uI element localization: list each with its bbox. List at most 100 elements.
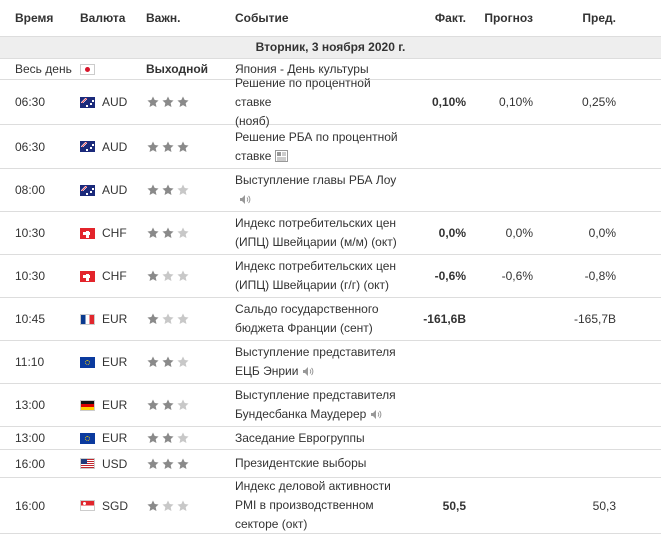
star-filled-icon: [176, 457, 190, 471]
star-filled-icon: [146, 226, 160, 240]
star-filled-icon: [146, 140, 160, 154]
importance: [146, 255, 190, 297]
actual-value: 0,0%: [438, 226, 466, 240]
event-line: ставке: [235, 147, 398, 166]
star-filled-icon: [161, 95, 175, 109]
event-time: 08:00: [15, 183, 46, 197]
event-currency: AUD: [102, 183, 128, 197]
importance-stars: [146, 431, 190, 445]
table-row[interactable]: 13:00 EUR Выступление представителя Бундесб…: [0, 384, 661, 427]
event-line-text: Решение по процентной ставке: [235, 75, 371, 109]
event-time: 16:00: [15, 456, 46, 471]
header-event[interactable]: Событие: [235, 0, 289, 36]
event-text[interactable]: Президентские выборы: [235, 454, 366, 473]
event-name[interactable]: Сальдо государственного бюджета Франции (…: [235, 298, 410, 340]
table-row[interactable]: 13:00 EUR Заседание Еврогруппы: [0, 427, 661, 450]
event-rows: Весь день Выходной Япония - День культуры 0…: [0, 59, 661, 534]
event-time: 10:30: [15, 269, 46, 283]
event-text[interactable]: Индекс деловой активности PMI в производс…: [235, 477, 391, 534]
document-icon[interactable]: [275, 150, 289, 163]
australia-flag: [80, 184, 95, 196]
star-empty-icon: [176, 499, 190, 513]
star-filled-icon: [161, 457, 175, 471]
event-text[interactable]: Выступление главы РБА Лоу: [235, 171, 396, 209]
importance: [146, 450, 190, 477]
header-time[interactable]: Время: [15, 0, 53, 36]
event-name[interactable]: Президентские выборы: [235, 450, 410, 477]
event-name[interactable]: Решение по процентной ставке (нояб): [235, 76, 410, 128]
previous-value: -165,7B: [573, 312, 616, 326]
star-empty-icon: [176, 226, 190, 240]
event-time: 16:00: [15, 498, 46, 513]
importance-stars: [146, 457, 190, 471]
event-line-text: секторе (окт): [235, 517, 308, 531]
event-line: Президентские выборы: [235, 454, 366, 473]
event-line-text: Сальдо государственного: [235, 302, 379, 316]
speaker-icon[interactable]: [239, 194, 251, 205]
star-filled-icon: [161, 398, 175, 412]
event-text[interactable]: Решение РБА по процентной ставке: [235, 128, 398, 166]
table-row[interactable]: 16:00 SGD Индекс деловой активности PMI в п…: [0, 478, 661, 534]
event-currency: EUR: [102, 431, 128, 445]
event-name[interactable]: Индекс потребительских цен (ИПЦ) Швейцари…: [235, 255, 410, 297]
importance-stars: [146, 355, 190, 369]
event-line-text: Бундесбанка Маудерер: [235, 407, 367, 421]
table-row[interactable]: 10:30 CHF Индекс потребительских цен (ИПЦ) …: [0, 212, 661, 255]
usa-flag: [80, 458, 95, 469]
header-previous[interactable]: Пред.: [582, 0, 616, 36]
header-forecast[interactable]: Прогноз: [484, 0, 533, 36]
event-name[interactable]: Индекс деловой активности PMI в производс…: [235, 478, 410, 533]
importance-stars: [146, 95, 190, 109]
event-text[interactable]: Сальдо государственного бюджета Франции (…: [235, 300, 379, 338]
event-time: 10:30: [15, 226, 46, 240]
event-time: 06:30: [15, 139, 46, 154]
event-name[interactable]: Выступление главы РБА Лоу: [235, 169, 410, 211]
header-importance[interactable]: Важн.: [146, 0, 180, 36]
event-text[interactable]: Выступление представителя Бундесбанка Мау…: [235, 386, 396, 424]
event-name[interactable]: Заседание Еврогруппы: [235, 427, 410, 449]
event-currency: EUR: [102, 312, 128, 326]
table-row[interactable]: 06:30 AUD Решение по процентной ставке (ноя…: [0, 76, 661, 128]
event-name[interactable]: Индекс потребительских цен (ИПЦ) Швейцари…: [235, 212, 410, 254]
star-empty-icon: [161, 312, 175, 326]
table-row[interactable]: 10:45 EUR Сальдо государственного бюджета Ф…: [0, 298, 661, 341]
header-currency[interactable]: Валюта: [80, 0, 125, 36]
event-text[interactable]: Индекс потребительских цен (ИПЦ) Швейцари…: [235, 214, 397, 252]
event-line: секторе (окт): [235, 515, 391, 534]
star-empty-icon: [161, 269, 175, 283]
table-row[interactable]: 11:10 EUR Выступление представителя ЕЦБ Энр…: [0, 341, 661, 384]
header-actual[interactable]: Факт.: [435, 0, 466, 36]
importance: [146, 212, 190, 254]
forecast-value: 0,10%: [498, 95, 533, 109]
star-filled-icon: [176, 140, 190, 154]
event-text[interactable]: Выступление представителя ЕЦБ Энрии: [235, 343, 396, 381]
event-line-text: ставке: [235, 148, 272, 163]
table-row[interactable]: 16:00 USD Президентские выборы: [0, 450, 661, 478]
event-name[interactable]: Выступление представителя Бундесбанка Мау…: [235, 384, 410, 426]
event-text[interactable]: Индекс потребительских цен (ИПЦ) Швейцари…: [235, 257, 396, 295]
speaker-icon[interactable]: [302, 366, 314, 377]
table-row[interactable]: 06:30 AUD Решение РБА по процентной ставке: [0, 125, 661, 169]
event-time: Весь день: [15, 62, 72, 76]
flag-cell: [80, 80, 95, 124]
event-line: Сальдо государственного: [235, 300, 379, 319]
previous-value: 50,3: [592, 498, 616, 513]
table-row[interactable]: 10:30 CHF Индекс потребительских цен (ИПЦ) …: [0, 255, 661, 298]
speaker-icon[interactable]: [370, 409, 382, 420]
star-empty-icon: [176, 355, 190, 369]
australia-flag: [80, 96, 95, 108]
event-line: ЕЦБ Энрии: [235, 362, 396, 381]
singapore-flag: [80, 500, 95, 511]
star-filled-icon: [146, 95, 160, 109]
event-name[interactable]: Решение РБА по процентной ставке: [235, 125, 410, 168]
event-text[interactable]: Заседание Еврогруппы: [235, 429, 365, 448]
table-row[interactable]: 08:00 AUD Выступление главы РБА Лоу: [0, 169, 661, 212]
event-name[interactable]: Выступление представителя ЕЦБ Энрии: [235, 341, 410, 383]
event-text[interactable]: Решение по процентной ставке (нояб): [235, 74, 410, 131]
event-line: Решение РБА по процентной: [235, 128, 398, 147]
forecast-value: -0,6%: [501, 269, 533, 283]
importance-stars: [146, 398, 190, 412]
star-empty-icon: [176, 431, 190, 445]
importance-stars: [146, 312, 190, 326]
star-filled-icon: [146, 355, 160, 369]
